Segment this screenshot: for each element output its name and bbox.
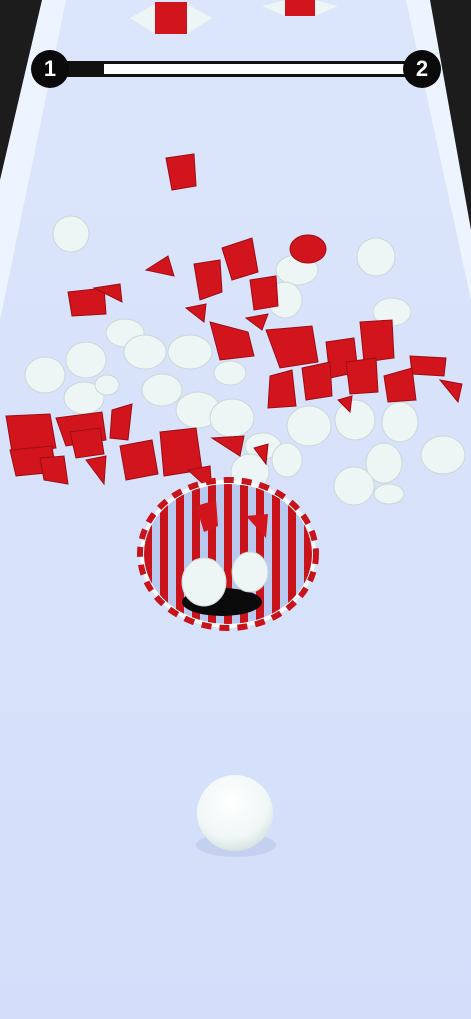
game-scene[interactable] <box>0 0 471 1019</box>
next-level-badge: 2 <box>403 50 441 88</box>
progress-track <box>53 64 419 74</box>
current-level-badge: 1 <box>31 50 69 88</box>
level-progress-hud: 1 2 <box>31 50 441 88</box>
progress-bar <box>49 61 423 77</box>
